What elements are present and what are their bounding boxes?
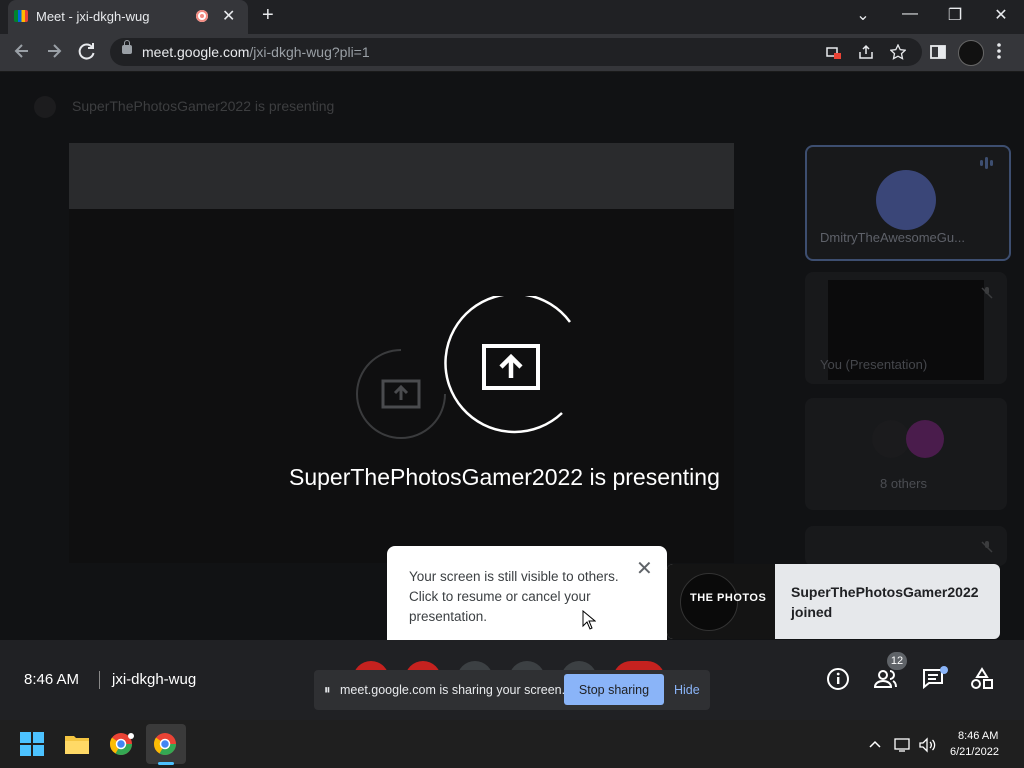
dmitry-avatar — [876, 170, 936, 230]
lock-icon[interactable] — [122, 40, 132, 54]
bookmark-star-icon[interactable] — [889, 43, 907, 63]
close-window-button[interactable]: ✕ — [986, 5, 1016, 25]
maximize-button[interactable]: ❐ — [940, 5, 970, 25]
the-photos-logo: THE PHOTOS — [690, 592, 767, 604]
tab-title: Meet - jxi-dkgh-wug — [36, 9, 150, 24]
chrome-icon[interactable] — [153, 731, 179, 757]
tooltip-message: Your screen is still visible to others. … — [409, 569, 619, 624]
meeting-info-icon[interactable] — [826, 666, 852, 692]
participant-tile-others[interactable] — [805, 398, 1007, 510]
side-panel-icon[interactable] — [930, 44, 946, 63]
url-host: meet.google.com — [142, 44, 250, 60]
divider — [99, 671, 100, 689]
minimize-button[interactable]: — — [895, 5, 925, 23]
recording-indicator-icon — [196, 10, 208, 22]
pause-sharing-icon[interactable]: ⏸ — [324, 682, 331, 698]
new-tab-button[interactable]: + — [262, 4, 274, 27]
reload-icon[interactable] — [77, 41, 97, 66]
tooltip-close-icon[interactable]: ✕ — [636, 556, 653, 581]
share-icon[interactable] — [858, 44, 874, 63]
stop-sharing-button[interactable]: Stop sharing — [564, 674, 664, 705]
taskbar-clock-date[interactable]: 6/21/2022 — [950, 746, 999, 758]
presenter-avatar — [34, 96, 56, 118]
taskbar-clock-time[interactable]: 8:46 AM — [958, 730, 998, 742]
url-text[interactable]: meet.google.com/jxi-dkgh-wug?pli=1 — [142, 44, 370, 60]
menu-kebab-icon[interactable] — [996, 42, 1002, 65]
people-count-badge: 12 — [887, 652, 907, 670]
chrome-profile-icon[interactable] — [109, 731, 135, 757]
participant-tile-partial[interactable] — [805, 526, 1007, 566]
joined-message: SuperThePhotosGamer2022 joined — [791, 584, 979, 620]
sharing-message: meet.google.com is sharing your screen. — [340, 683, 566, 697]
hide-button[interactable]: Hide — [674, 683, 700, 697]
mouse-cursor-icon — [582, 610, 596, 630]
participant-name-dmitry: DmitryTheAwesomeGu... — [820, 230, 965, 245]
windows-start-icon[interactable] — [20, 732, 44, 756]
shared-screen-browser-bar — [69, 143, 734, 209]
presenter-header: SuperThePhotosGamer2022 is presenting — [72, 98, 335, 114]
forward-arrow-icon[interactable] — [44, 41, 64, 66]
participant-name-you: You (Presentation) — [820, 357, 928, 372]
chat-notification-dot — [940, 666, 948, 674]
tab-close-icon[interactable]: ✕ — [222, 6, 235, 26]
back-arrow-icon[interactable] — [12, 41, 32, 66]
speaking-indicator-icon — [978, 156, 996, 175]
mic-off-icon — [980, 540, 994, 559]
activities-icon[interactable] — [969, 666, 995, 692]
others-avatar — [872, 420, 910, 458]
present-screen-icon — [444, 296, 572, 434]
volume-icon[interactable] — [918, 737, 938, 753]
file-explorer-icon[interactable] — [64, 733, 90, 755]
tab-search-icon[interactable]: ⌄ — [848, 5, 878, 25]
presenting-overlay-text: SuperThePhotosGamer2022 is presenting — [289, 464, 720, 490]
chevron-up-icon[interactable] — [868, 737, 882, 751]
mic-off-icon — [980, 286, 994, 305]
meet-favicon-icon — [14, 10, 28, 22]
others-avatar — [906, 420, 944, 458]
network-icon[interactable] — [894, 737, 912, 753]
active-indicator — [158, 762, 174, 765]
meeting-code: jxi-dkgh-wug — [112, 671, 197, 688]
camera-blocked-icon[interactable] — [826, 44, 842, 63]
others-count-label: 8 others — [880, 476, 927, 491]
meeting-time: 8:46 AM — [24, 671, 80, 688]
ghost-present-icon — [356, 349, 446, 439]
url-path: /jxi-dkgh-wug?pli=1 — [249, 44, 370, 60]
profile-avatar[interactable] — [958, 40, 984, 66]
